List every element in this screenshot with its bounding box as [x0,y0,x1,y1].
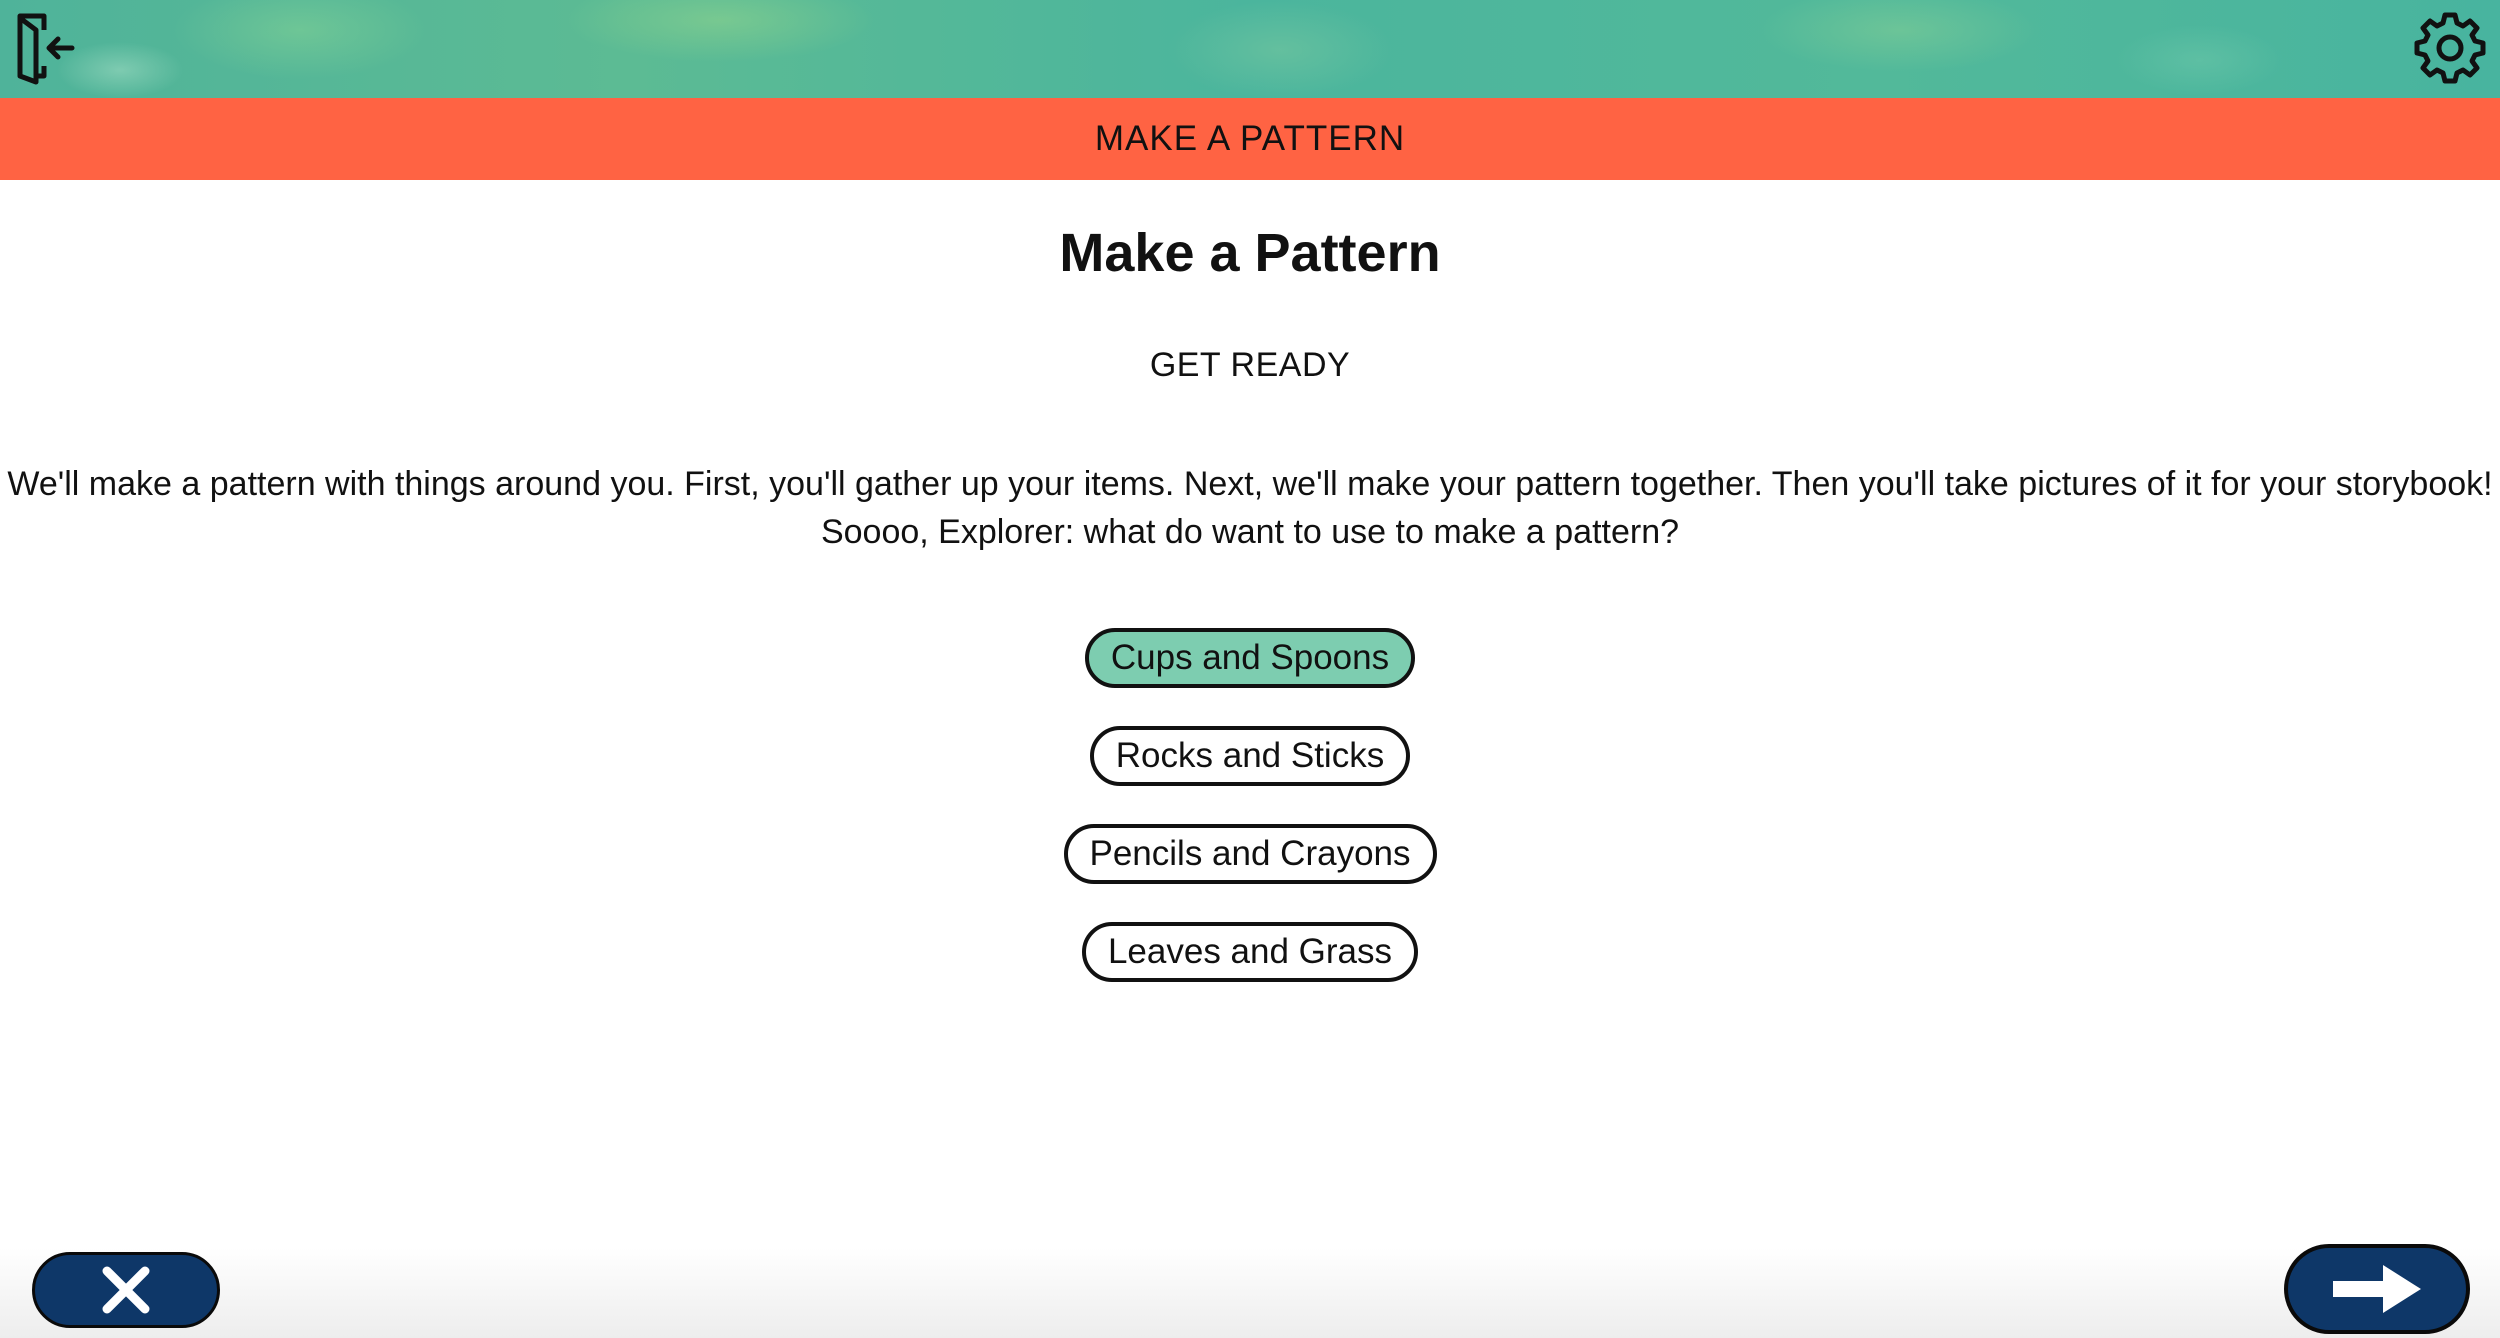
top-banner [0,0,2500,98]
page-title: Make a Pattern [1059,223,1441,283]
instructions-text: We'll make a pattern with things around … [7,465,2493,551]
activity-title-bar: MAKE A PATTERN [0,98,2500,180]
next-button[interactable] [2284,1244,2470,1334]
close-button[interactable] [32,1252,220,1328]
option-list: Cups and Spoons Rocks and Sticks Pencils… [0,628,2500,982]
footer-shadow [0,1248,2500,1338]
option-pencils-and-crayons[interactable]: Pencils and Crayons [1063,824,1437,884]
exit-door-icon[interactable] [14,10,76,86]
close-icon [102,1266,150,1314]
page-subtitle: GET READY [1149,346,1351,384]
option-leaves-and-grass[interactable]: Leaves and Grass [1081,922,1419,982]
activity-title-bar-label: MAKE A PATTERN [1094,119,1406,158]
option-cups-and-spoons[interactable]: Cups and Spoons [1084,628,1416,688]
option-rocks-and-sticks[interactable]: Rocks and Sticks [1089,726,1411,786]
activity-page: MAKE A PATTERN Make a Pattern GET READY … [0,0,2500,1338]
arrow-right-icon [2333,1265,2421,1313]
gear-icon[interactable] [2414,12,2486,84]
